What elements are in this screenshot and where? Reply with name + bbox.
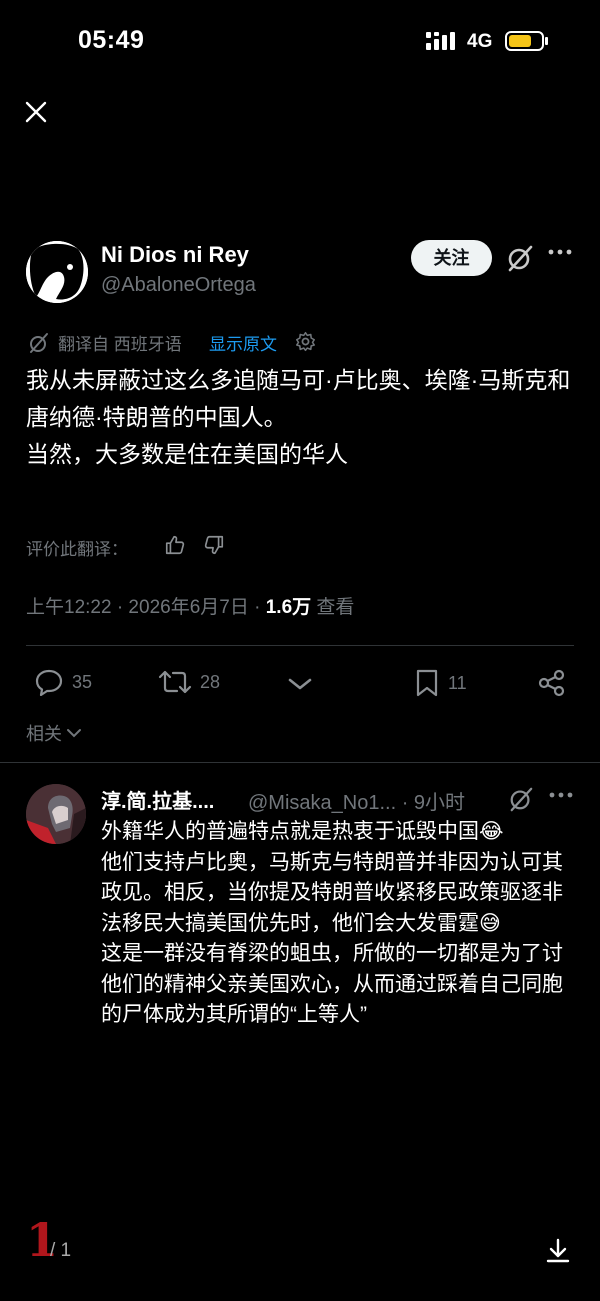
- more-options-icon[interactable]: [548, 248, 572, 256]
- views-label: 查看: [311, 597, 355, 618]
- battery-icon: [505, 31, 549, 51]
- bookmark-icon: [414, 668, 440, 698]
- author-name[interactable]: Ni Dios ni Rey: [101, 242, 249, 268]
- reply-count: 35: [72, 671, 93, 692]
- tweet-text: 我从未屏蔽过这么多追随马可·卢比奥、埃隆·马斯克和唐纳德·特朗普的中国人。 当然…: [26, 367, 571, 467]
- grok-translate-icon: [28, 332, 50, 354]
- rate-translation-label: 评价此翻译：: [26, 540, 128, 559]
- author-handle[interactable]: @AbaloneOrtega: [101, 274, 256, 297]
- share-icon: [537, 668, 567, 698]
- chevron-down-icon: [287, 676, 313, 692]
- divider: [26, 645, 574, 646]
- follow-button[interactable]: 关注: [411, 240, 492, 276]
- reply-avatar[interactable]: [26, 784, 86, 844]
- like-button[interactable]: [287, 676, 313, 692]
- thumbs-down-icon[interactable]: [203, 534, 225, 556]
- tweet-timestamp: 上午12:22 · 2026年6月7日 ·: [26, 597, 266, 618]
- retweet-button[interactable]: 28: [158, 668, 220, 696]
- related-label: 相关: [26, 724, 62, 744]
- bookmark-button[interactable]: 11: [414, 668, 467, 698]
- grok-icon[interactable]: [508, 786, 534, 812]
- translated-from-label: 翻译自 西班牙语: [58, 335, 182, 354]
- divider: [0, 762, 600, 763]
- reply-icon: [34, 668, 64, 696]
- show-original-link[interactable]: 显示原文: [209, 330, 277, 355]
- avatar[interactable]: [26, 241, 88, 303]
- more-options-icon[interactable]: [549, 791, 573, 799]
- related-toggle[interactable]: 相关: [26, 720, 82, 746]
- network-type: 4G: [467, 31, 493, 52]
- thumbs-up-icon[interactable]: [164, 534, 186, 556]
- status-time: 05:49: [78, 26, 145, 54]
- signal-icon: [426, 32, 458, 50]
- share-button[interactable]: [537, 668, 567, 698]
- reply-text: 外籍华人的普遍特点就是热衷于诋毁中国😂 他们支持卢比奥，马斯克与特朗普并非因为认…: [101, 820, 563, 1026]
- download-icon[interactable]: [546, 1238, 570, 1264]
- reply-author-name[interactable]: 淳.简.拉基....: [101, 785, 214, 814]
- reply-button[interactable]: 35: [34, 668, 92, 696]
- chevron-down-icon: [66, 728, 82, 738]
- retweet-count: 28: [200, 671, 221, 692]
- tweet-meta: 上午12:22 · 2026年6月7日 · 1.6万 查看: [26, 592, 354, 619]
- gear-icon[interactable]: [295, 331, 316, 352]
- bookmark-count: 11: [448, 672, 467, 693]
- page-total: / 1: [50, 1240, 72, 1261]
- views-count: 1.6万: [265, 597, 312, 618]
- reply-author-handle[interactable]: @Misaka_No1... · 9小时: [248, 786, 465, 815]
- retweet-icon: [158, 668, 192, 696]
- grok-icon[interactable]: [506, 244, 534, 272]
- close-icon[interactable]: [25, 101, 47, 123]
